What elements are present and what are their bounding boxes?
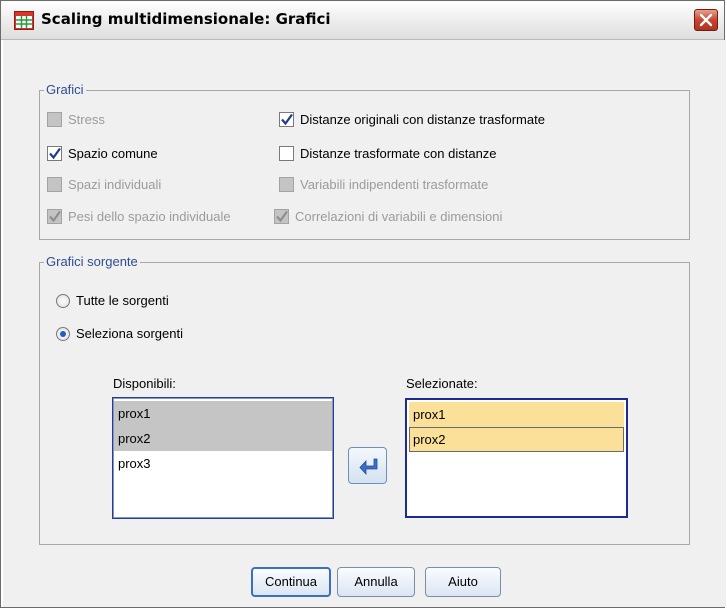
list-item[interactable]: prox2 bbox=[114, 426, 332, 451]
grafici-legend: Grafici bbox=[44, 82, 86, 97]
pesi-spazio-checkbox[interactable]: Pesi dello spazio individuale bbox=[47, 209, 231, 224]
selezionate-label: Selezionate: bbox=[406, 376, 478, 391]
tutte-sorgenti-radio[interactable]: Tutte le sorgenti bbox=[56, 293, 169, 308]
title-bar[interactable]: Scaling multidimensionale: Grafici bbox=[1, 1, 724, 40]
checkbox-box bbox=[279, 177, 294, 192]
distanze-trasformate-label: Distanze trasformate con distanze bbox=[300, 146, 497, 161]
radio-circle bbox=[56, 293, 70, 308]
list-item[interactable]: prox3 bbox=[114, 451, 332, 476]
close-icon bbox=[699, 13, 713, 27]
annulla-button[interactable]: Annulla bbox=[337, 567, 415, 597]
checkbox-box bbox=[47, 177, 62, 192]
distanze-originali-label: Distanze originali con distanze trasform… bbox=[300, 112, 545, 127]
dialog-body: Grafici Stress Distanze originali con di… bbox=[1, 40, 726, 607]
checkbox-box bbox=[279, 146, 294, 161]
list-item[interactable]: prox1 bbox=[409, 402, 624, 427]
checkbox-box bbox=[47, 112, 62, 127]
seleziona-sorgenti-label: Seleziona sorgenti bbox=[76, 326, 183, 341]
aiuto-button[interactable]: Aiuto bbox=[425, 567, 501, 597]
checkbox-box bbox=[279, 112, 294, 127]
checkbox-box bbox=[274, 209, 289, 224]
list-item[interactable]: prox1 bbox=[114, 401, 332, 426]
close-button[interactable] bbox=[694, 9, 718, 31]
move-left-button[interactable] bbox=[348, 447, 387, 484]
distanze-trasformate-checkbox[interactable]: Distanze trasformate con distanze bbox=[279, 146, 497, 161]
selected-listbox[interactable]: prox1 prox2 bbox=[405, 398, 628, 518]
variabili-indipendenti-checkbox[interactable]: Variabili indipendenti trasformate bbox=[279, 177, 488, 192]
continua-button[interactable]: Continua bbox=[251, 567, 331, 597]
app-icon bbox=[14, 11, 34, 30]
spazi-individuali-label: Spazi individuali bbox=[68, 177, 162, 192]
spazio-comune-label: Spazio comune bbox=[68, 146, 158, 161]
variabili-indipendenti-label: Variabili indipendenti trasformate bbox=[300, 177, 489, 192]
window-title: Scaling multidimensionale: Grafici bbox=[41, 10, 331, 28]
dialog-window: Scaling multidimensionale: Grafici Grafi… bbox=[0, 0, 726, 608]
grafici-sorgente-legend: Grafici sorgente bbox=[44, 254, 140, 269]
move-left-arrow-icon bbox=[359, 458, 378, 475]
tutte-sorgenti-label: Tutte le sorgenti bbox=[76, 293, 169, 308]
list-item[interactable]: prox2 bbox=[409, 427, 624, 452]
pesi-spazio-label: Pesi dello spazio individuale bbox=[68, 209, 231, 224]
check-icon bbox=[276, 210, 288, 223]
check-icon bbox=[281, 113, 293, 126]
correlazioni-label: Correlazioni di variabili e dimensioni bbox=[295, 209, 503, 224]
distanze-originali-checkbox[interactable]: Distanze originali con distanze trasform… bbox=[279, 112, 545, 127]
stress-checkbox[interactable]: Stress bbox=[47, 112, 105, 127]
radio-dot bbox=[60, 330, 66, 337]
spazio-comune-checkbox[interactable]: Spazio comune bbox=[47, 146, 158, 161]
stress-label: Stress bbox=[68, 112, 105, 127]
checkbox-box bbox=[47, 146, 62, 161]
radio-circle bbox=[56, 326, 70, 341]
check-icon bbox=[49, 210, 61, 223]
available-listbox[interactable]: prox1 prox2 prox3 bbox=[112, 397, 334, 519]
spazi-individuali-checkbox[interactable]: Spazi individuali bbox=[47, 177, 161, 192]
correlazioni-checkbox[interactable]: Correlazioni di variabili e dimensioni bbox=[274, 209, 502, 224]
disponibili-label: Disponibili: bbox=[113, 376, 176, 391]
check-icon bbox=[49, 147, 61, 160]
checkbox-box bbox=[47, 209, 62, 224]
seleziona-sorgenti-radio[interactable]: Seleziona sorgenti bbox=[56, 326, 183, 341]
